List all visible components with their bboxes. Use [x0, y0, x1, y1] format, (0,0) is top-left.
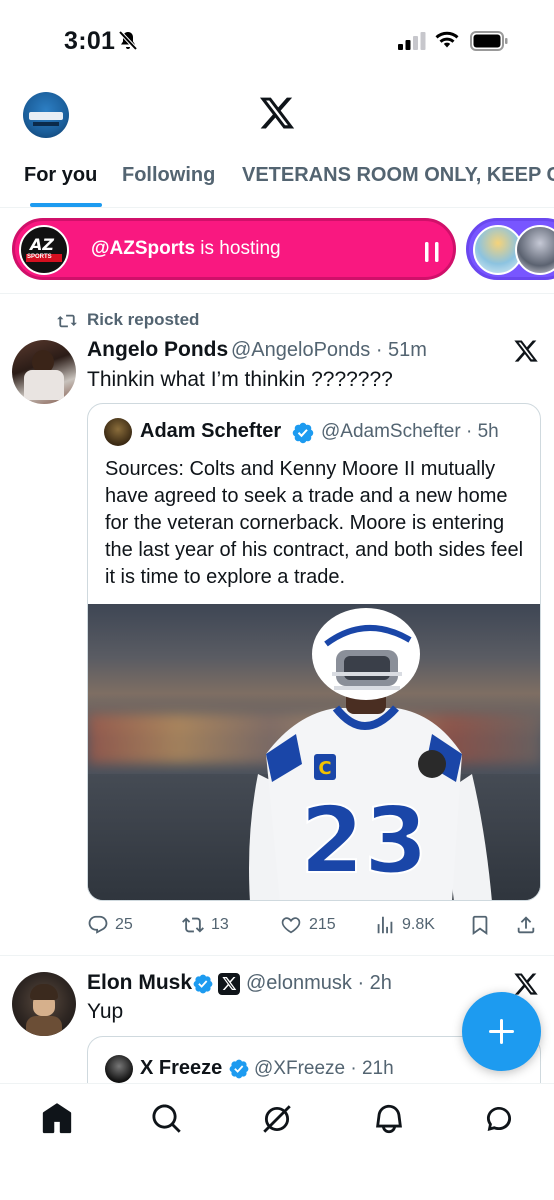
bookmark-icon: [472, 915, 488, 936]
space-host-label: @AZSports is hosting: [91, 238, 281, 260]
space-card-secondary[interactable]: [466, 218, 554, 280]
author-avatar[interactable]: [12, 972, 76, 1036]
quote-author-avatar: [104, 418, 132, 446]
tab-community[interactable]: VETERANS ROOM ONLY, KEEP C: [242, 164, 554, 187]
football-player-image: 23 C: [249, 608, 492, 900]
bookmark-button[interactable]: [469, 910, 497, 940]
repost-label: Rick reposted: [87, 310, 200, 329]
profile-avatar[interactable]: [23, 92, 69, 138]
share-icon: [517, 916, 535, 934]
space-participant-avatar: [515, 225, 554, 275]
az-logo-sub: SPORTS: [27, 254, 52, 260]
views-icon: [377, 916, 393, 934]
verified-badge-icon: [291, 421, 315, 450]
timeline-tabs: For you Following VETERANS ROOM ONLY, KE…: [0, 150, 554, 208]
x-logo-icon: [258, 94, 296, 137]
signal-icon: [398, 32, 426, 55]
quote-media-image[interactable]: 23 C: [88, 604, 540, 900]
home-icon[interactable]: [40, 1102, 74, 1136]
battery-icon: [470, 31, 508, 56]
bell-off-icon: [118, 30, 138, 57]
repost-small-icon: [56, 312, 78, 335]
reply-button[interactable]: 25: [87, 910, 133, 940]
top-header: [0, 84, 554, 146]
search-icon[interactable]: [150, 1102, 184, 1136]
author-name[interactable]: Angelo Ponds: [87, 338, 228, 362]
repost-button[interactable]: 13: [181, 910, 229, 940]
heart-icon: [281, 917, 301, 934]
quote-author-avatar: [105, 1055, 133, 1083]
status-bar: 3:01: [0, 0, 554, 84]
grok-icon[interactable]: [260, 1102, 294, 1136]
tweet-actions: 25 13 215 9.8K: [87, 910, 547, 946]
share-button[interactable]: [515, 910, 543, 940]
quote-author-handle-time: @AdamSchefter · 5h: [321, 421, 499, 442]
quote-author-name: Adam Schefter: [140, 420, 282, 442]
quote-author-handle-time: @XFreeze · 21h: [254, 1058, 394, 1079]
space-host-suffix: is hosting: [195, 238, 281, 259]
verified-badge-icon: [228, 1058, 250, 1085]
jersey-number: 23: [300, 787, 428, 894]
reply-icon: [88, 915, 108, 934]
wifi-icon: [434, 29, 460, 54]
tweet[interactable]: Rick reposted Angelo Ponds @AngeloPonds …: [0, 296, 554, 956]
spaces-row: AZ SPORTS @AZSports is hosting: [0, 208, 554, 294]
tab-active-indicator: [30, 203, 102, 207]
verified-badge-icon: [192, 973, 214, 1000]
views-count: 9.8K: [402, 916, 435, 933]
author-handle-time: @AngeloPonds · 51m: [231, 339, 427, 361]
quote-text: Sources: Colts and Kenny Moore II mutual…: [105, 458, 524, 588]
repost-icon: [182, 917, 204, 933]
compose-button[interactable]: [462, 992, 541, 1071]
like-button[interactable]: 215: [279, 910, 336, 940]
space-host-avatar: AZ SPORTS: [19, 225, 69, 275]
quote-author-name: X Freeze: [140, 1057, 223, 1079]
status-time: 3:01: [64, 27, 116, 55]
x-badge-icon: [513, 338, 539, 369]
plus-icon: [489, 1019, 514, 1044]
like-count: 215: [309, 916, 336, 933]
tab-following[interactable]: Following: [122, 164, 215, 187]
space-host-handle: @AZSports: [91, 238, 196, 259]
notifications-icon[interactable]: [372, 1102, 406, 1136]
messages-icon[interactable]: [482, 1102, 516, 1136]
reply-count: 25: [115, 916, 133, 933]
author-handle-time: @elonmusk · 2h: [246, 972, 392, 994]
repost-count: 13: [211, 916, 229, 933]
author-name[interactable]: Elon Musk: [87, 971, 192, 995]
space-card-live[interactable]: AZ SPORTS @AZSports is hosting: [12, 218, 456, 280]
x-affiliate-badge-icon: [218, 973, 240, 1000]
tweet-text: Thinkin what I’m thinkin ???????: [87, 368, 393, 391]
views-button[interactable]: 9.8K: [374, 910, 435, 940]
captain-patch: C: [318, 758, 331, 779]
bottom-nav: [0, 1083, 554, 1200]
author-avatar[interactable]: [12, 340, 76, 404]
az-logo-text: AZ: [30, 235, 54, 254]
audio-bars-icon: [421, 238, 445, 271]
quoted-tweet[interactable]: Adam Schefter @AdamSchefter · 5h Sources…: [87, 403, 541, 901]
tweet-text: Yup: [87, 1000, 124, 1023]
tab-for-you[interactable]: For you: [24, 164, 97, 187]
